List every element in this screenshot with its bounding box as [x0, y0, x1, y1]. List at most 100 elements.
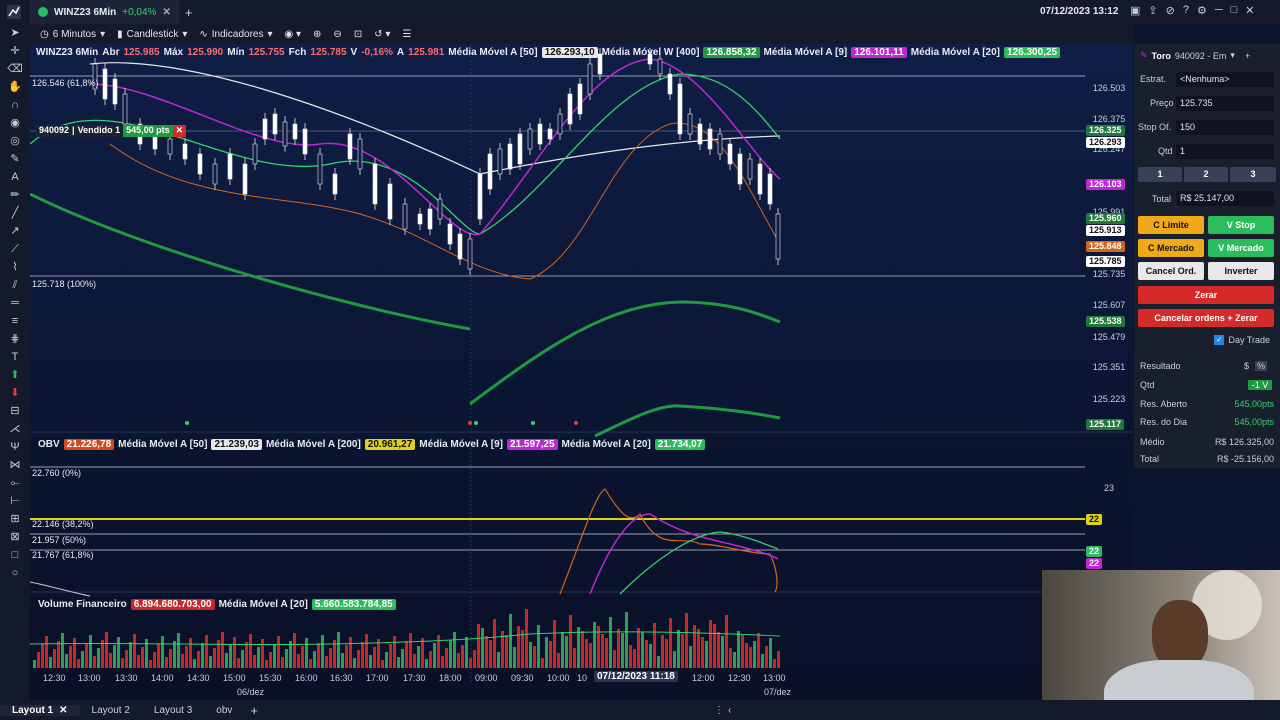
- volume-bar: [177, 633, 180, 668]
- cancel-ord-button[interactable]: Cancel Ord.: [1138, 262, 1204, 280]
- path-icon[interactable]: ⟜: [0, 474, 30, 492]
- link-icon[interactable]: ⊘: [1166, 4, 1175, 17]
- hand-icon[interactable]: ✋: [0, 78, 30, 96]
- trendline-icon[interactable]: ╱: [0, 204, 30, 222]
- estrat-select[interactable]: <Nenhuma>: [1176, 72, 1274, 87]
- box-icon[interactable]: ⊞: [0, 510, 30, 528]
- window-icon[interactable]: ▣: [1130, 4, 1140, 17]
- c-limite-button[interactable]: C Limite: [1138, 216, 1204, 234]
- pencil-icon[interactable]: ✏: [0, 186, 30, 204]
- day-trade-checkbox[interactable]: ✓: [1214, 335, 1225, 345]
- ma50-label: Média Móvel A [50]: [448, 47, 538, 58]
- collapse-left-icon[interactable]: ‹: [728, 705, 731, 716]
- layout-tab-1[interactable]: Layout 1 ✕: [0, 704, 80, 716]
- qty-2-button[interactable]: 2: [1184, 167, 1228, 182]
- qtd-input[interactable]: 1: [1176, 144, 1274, 159]
- zerar-button[interactable]: Zerar: [1138, 286, 1274, 304]
- candle-body: [567, 93, 573, 125]
- volume-bar: [641, 632, 644, 668]
- layout-settings-icon[interactable]: ☰: [402, 29, 411, 40]
- rect-icon[interactable]: □: [0, 546, 30, 564]
- cursor-icon[interactable]: ➤: [0, 24, 30, 42]
- close-position-icon[interactable]: ✕: [172, 125, 187, 137]
- polyline-icon[interactable]: ⌇: [0, 258, 30, 276]
- v-stop-button[interactable]: V Stop: [1208, 216, 1274, 234]
- gann-icon[interactable]: ⋕: [0, 330, 30, 348]
- circle-icon[interactable]: ○: [0, 564, 30, 582]
- qty-1-button[interactable]: 1: [1138, 167, 1182, 182]
- interval-select[interactable]: ◷ 6 Minutos ▾: [40, 29, 105, 40]
- c-mercado-button[interactable]: C Mercado: [1138, 239, 1204, 257]
- pitchfork-icon[interactable]: Ψ: [0, 438, 30, 456]
- hline-icon[interactable]: ═: [0, 294, 30, 312]
- eye-icon[interactable]: ◉ ▾: [285, 29, 302, 40]
- add-layout-icon[interactable]: +: [250, 703, 258, 718]
- volume-legend: Volume Financeiro 6.894.680.703,00 Média …: [38, 599, 396, 610]
- candle-body: [417, 213, 423, 225]
- candle-body: [167, 138, 173, 155]
- fan-icon[interactable]: ⋌: [0, 420, 30, 438]
- volume-bar: [289, 641, 292, 668]
- v-mercado-button[interactable]: V Mercado: [1208, 239, 1274, 257]
- eye-tool-icon[interactable]: ◉: [0, 114, 30, 132]
- drag-handle-icon[interactable]: ⋮: [714, 705, 724, 716]
- pct-toggle[interactable]: %: [1255, 361, 1268, 371]
- price-tag: 125.785: [1086, 256, 1125, 267]
- currency-toggle[interactable]: $: [1244, 361, 1249, 371]
- time-axis-label: 09:00: [475, 673, 498, 683]
- add-account-icon[interactable]: +: [1245, 51, 1250, 61]
- abr-value: 125.985: [123, 47, 160, 58]
- eraser-icon[interactable]: ⌫: [0, 60, 30, 78]
- inverter-button[interactable]: Inverter: [1208, 262, 1274, 280]
- add-tab-icon[interactable]: +: [185, 5, 193, 20]
- crosshair-icon[interactable]: ✛: [0, 42, 30, 60]
- indicators-button[interactable]: ∿ Indicadores ▾: [199, 29, 272, 40]
- obv-fib-382: 22.146 (38,2%): [32, 519, 94, 529]
- magnet-icon[interactable]: ∩: [0, 96, 30, 114]
- qty-3-button[interactable]: 3: [1230, 167, 1276, 182]
- arrow-up-icon[interactable]: ⬆: [0, 366, 30, 384]
- grid-icon[interactable]: ⊠: [0, 528, 30, 546]
- text-icon[interactable]: T: [0, 348, 30, 366]
- line-icon[interactable]: ⟋: [0, 240, 30, 258]
- target-icon[interactable]: ◎: [0, 132, 30, 150]
- settings-icon[interactable]: ⚙: [1197, 4, 1207, 17]
- replay-icon[interactable]: ↺ ▾: [374, 29, 390, 40]
- layout-tab-3[interactable]: Layout 3: [142, 705, 204, 716]
- volume-bar: [737, 631, 740, 668]
- candle-body: [507, 143, 513, 170]
- zoom-out-icon[interactable]: ⊖: [333, 29, 341, 40]
- time-axis-label: 15:00: [223, 673, 246, 683]
- zoom-in-icon[interactable]: ⊕: [313, 29, 321, 40]
- layout-tab-2[interactable]: Layout 2: [80, 705, 142, 716]
- close-layout-icon[interactable]: ✕: [59, 705, 67, 716]
- total-input[interactable]: R$ 25.147,00: [1176, 191, 1274, 206]
- ray-icon[interactable]: ↗: [0, 222, 30, 240]
- time-axis-label: 12:30: [728, 673, 751, 683]
- channel-icon[interactable]: ⫽: [0, 276, 30, 294]
- brush-icon[interactable]: ✎: [0, 150, 30, 168]
- layout-tab-obv[interactable]: obv: [204, 705, 244, 716]
- close-icon[interactable]: ✕: [1245, 4, 1254, 17]
- position-tag[interactable]: 940092 | Vendido 1 545,00 pts ✕: [36, 125, 187, 137]
- maximize-icon[interactable]: □: [1231, 4, 1238, 17]
- measure-icon[interactable]: ⊟: [0, 402, 30, 420]
- cancelar-zerar-button[interactable]: Cancelar ordens + Zerar: [1138, 309, 1274, 327]
- broker-account[interactable]: 940092 - Em: [1175, 51, 1227, 61]
- text-tool-icon[interactable]: A: [0, 168, 30, 186]
- arrow-down-icon[interactable]: ⬇: [0, 384, 30, 402]
- zoom-fit-icon[interactable]: ⊡: [354, 29, 362, 40]
- fib-icon[interactable]: ≡: [0, 312, 30, 330]
- share-icon[interactable]: ⇪: [1148, 4, 1157, 17]
- time-axis-label: 13:00: [763, 673, 786, 683]
- help-icon[interactable]: ?: [1183, 4, 1189, 17]
- stop-input[interactable]: 150: [1176, 120, 1274, 135]
- minimize-icon[interactable]: ─: [1215, 4, 1223, 17]
- range-icon[interactable]: ⊢: [0, 492, 30, 510]
- preco-input[interactable]: 125.735: [1176, 96, 1274, 111]
- chart-type-select[interactable]: ▮ Candlestick ▾: [117, 29, 187, 40]
- pattern-icon[interactable]: ⋈: [0, 456, 30, 474]
- tab-winz23[interactable]: WINZ23 6Min +0,04% ✕: [30, 0, 179, 24]
- close-tab-icon[interactable]: ✕: [162, 7, 170, 18]
- panel-lower-area: [1134, 468, 1280, 570]
